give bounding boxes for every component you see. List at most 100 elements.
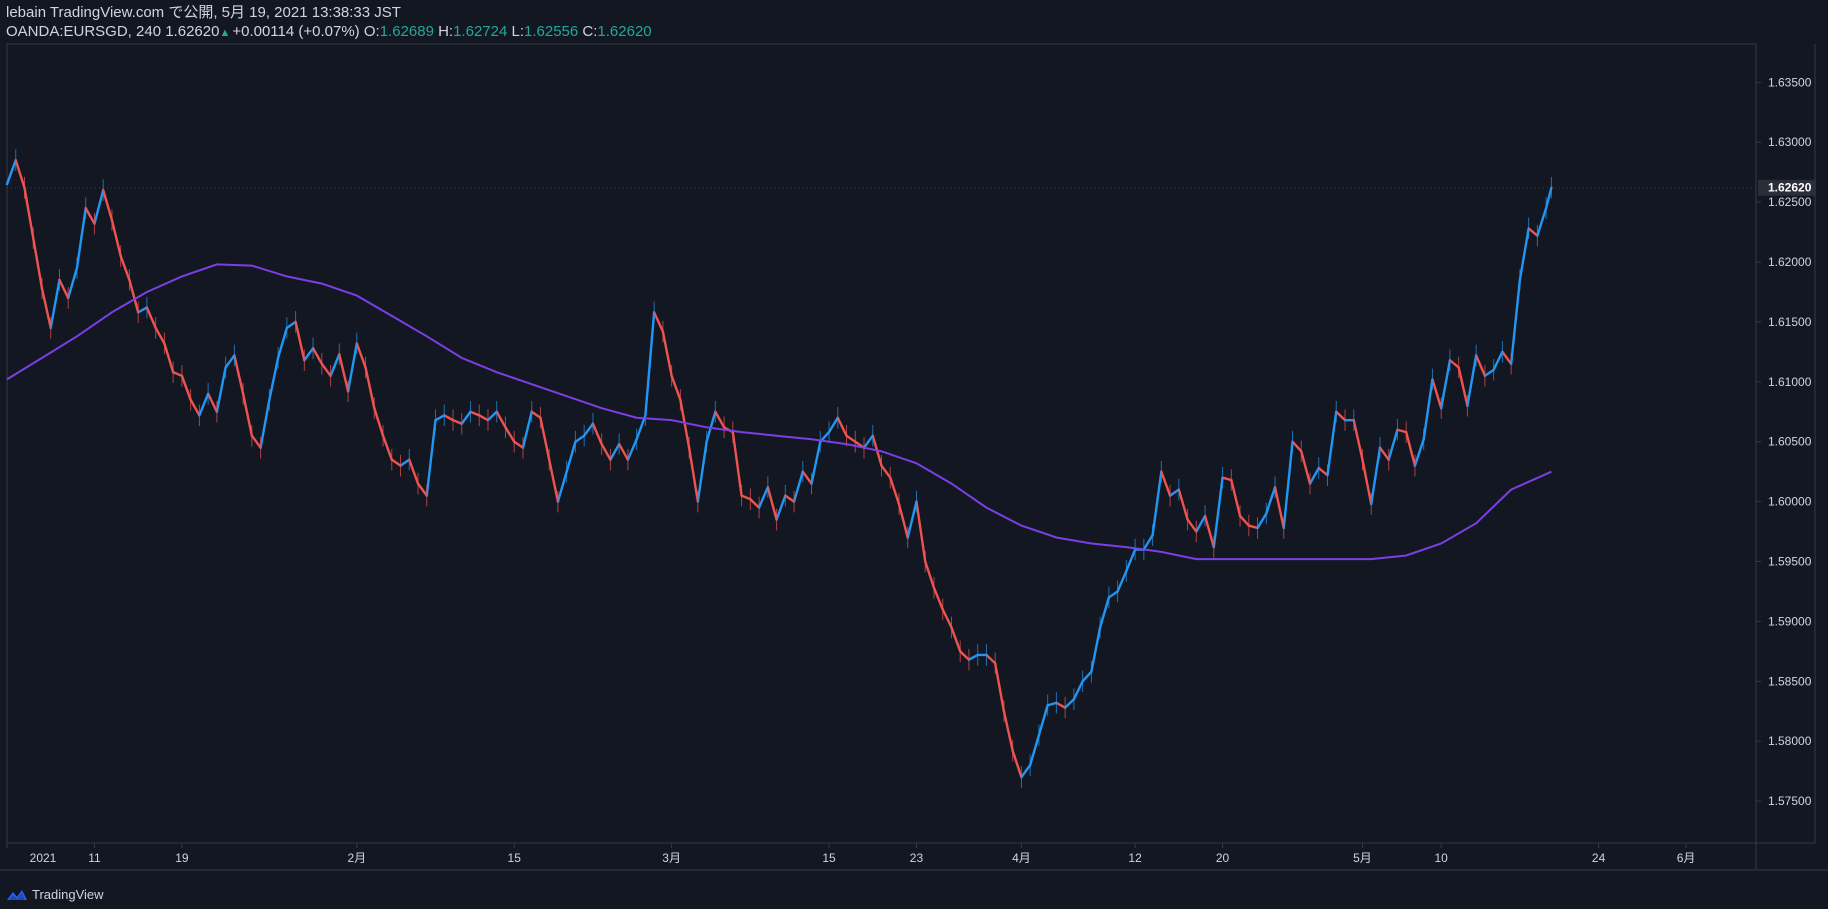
price-segment — [687, 446, 700, 503]
price-segment — [775, 494, 787, 521]
y-tick-label: 1.61000 — [1768, 375, 1812, 389]
price-segment — [1046, 701, 1058, 707]
price-segment — [294, 320, 306, 362]
time-axis[interactable]: 2021 11 19 2月 15 3月 15 23 4月 12 20 5月 10 24 6月 — [0, 842, 1828, 871]
price-segment — [792, 470, 804, 503]
price-segment — [827, 416, 839, 434]
price-segment — [1195, 514, 1207, 533]
price-segment — [1125, 548, 1137, 573]
price-segment — [591, 422, 603, 446]
price-segment — [180, 374, 192, 401]
x-tick-label: 12 — [1128, 851, 1142, 865]
price-segment — [845, 434, 857, 443]
price-segment — [600, 442, 612, 461]
y-tick-label: 1.61500 — [1768, 315, 1812, 329]
price-segment — [1396, 428, 1408, 434]
price-segment — [154, 326, 166, 345]
price-segment — [259, 398, 271, 449]
price-segment — [880, 464, 892, 479]
price-segment — [1361, 458, 1373, 506]
price-segment — [233, 354, 245, 395]
price-segment — [1370, 446, 1382, 506]
price-segment — [1221, 476, 1233, 482]
x-tick-label: 15 — [508, 851, 522, 865]
price-segment — [1404, 430, 1417, 467]
y-tick-label: 1.63500 — [1768, 75, 1812, 89]
price-segment — [1483, 368, 1495, 378]
price-segment — [696, 440, 708, 503]
price-segment — [145, 306, 157, 330]
price-segment — [932, 586, 944, 611]
price-segment — [1431, 378, 1443, 410]
plot-area[interactable] — [5, 43, 1757, 844]
price-segment — [128, 278, 140, 314]
ohlc-line: OANDA:EURSGD, 240 1.62620▲ +0.00114 (+0.0… — [6, 22, 652, 41]
x-tick-label: 15 — [822, 851, 836, 865]
price-axis[interactable]: 1.63500 1.63000 1.62500 1.62000 1.61500 1.610… — [1755, 44, 1816, 843]
price-segment — [1439, 359, 1452, 410]
price-segment — [443, 414, 455, 422]
tradingview-brand: TradingView — [32, 887, 104, 902]
x-tick-label: 5月 — [1353, 851, 1372, 865]
x-tick-label: 10 — [1435, 851, 1449, 865]
x-tick-label: 3月 — [662, 851, 681, 865]
price-segment — [320, 362, 332, 378]
price-segment — [110, 218, 122, 258]
price-segment — [801, 470, 813, 485]
close-label: C: — [582, 23, 598, 40]
price-segment — [1308, 466, 1320, 485]
price-segment — [355, 342, 367, 369]
price-segment — [521, 410, 533, 449]
price-segment — [556, 470, 568, 503]
price-segment — [49, 278, 61, 330]
price-segment — [1081, 670, 1093, 683]
price-segment — [1168, 488, 1181, 497]
published-line: lebain TradingView.com で公開, 5月 19, 2021 … — [6, 4, 401, 21]
price-segment — [1317, 466, 1329, 477]
price-segment — [364, 366, 376, 410]
price-chart[interactable]: 1.63500 1.63000 1.62500 1.62000 1.61500 1.610… — [0, 0, 1828, 909]
open-value: 1.62689 — [379, 23, 434, 40]
price-segment — [836, 416, 848, 437]
price-segment — [985, 653, 997, 665]
price-segment — [101, 188, 114, 222]
price-segment — [1422, 378, 1434, 441]
x-tick-label: 24 — [1592, 851, 1606, 865]
price-segment — [547, 458, 560, 503]
price-segment — [84, 206, 96, 225]
price-segment — [539, 416, 551, 461]
price-segment — [206, 392, 219, 413]
price-segment — [582, 422, 595, 437]
chart-header: lebain TradingView.com で公開, 5月 19, 2021 … — [6, 3, 652, 41]
price-segment — [1387, 428, 1399, 461]
price-segment — [617, 442, 630, 461]
low-value: 1.62556 — [524, 23, 579, 40]
price-segment — [1028, 733, 1041, 767]
price-segment — [609, 442, 621, 461]
price-segment — [1518, 227, 1530, 282]
price-segment — [530, 410, 542, 419]
tradingview-logo-icon — [7, 889, 27, 900]
price-segment — [1501, 350, 1513, 366]
tradingview-logo[interactable]: TradingView — [6, 887, 104, 902]
price-segment — [504, 426, 516, 443]
price-segment — [399, 458, 411, 467]
price-segment — [373, 406, 385, 437]
y-tick-label: 1.58500 — [1768, 674, 1812, 688]
x-tick-label: 6月 — [1677, 851, 1696, 865]
price-segment — [1265, 486, 1277, 515]
price-segment — [241, 392, 254, 437]
price-segment — [469, 410, 481, 417]
high-value: 1.62724 — [453, 23, 508, 40]
price-segment — [1457, 366, 1469, 407]
price-segment — [93, 188, 105, 225]
price-segment — [390, 458, 402, 467]
y-tick-label: 1.57500 — [1768, 794, 1812, 808]
price-segment — [1002, 710, 1014, 752]
last-price-badge-label: 1.62620 — [1768, 181, 1812, 195]
price-segment — [1142, 533, 1154, 551]
low-label: L: — [511, 23, 525, 40]
price-segment — [1037, 704, 1049, 737]
price-segment — [740, 494, 752, 501]
price-segment — [766, 486, 778, 521]
